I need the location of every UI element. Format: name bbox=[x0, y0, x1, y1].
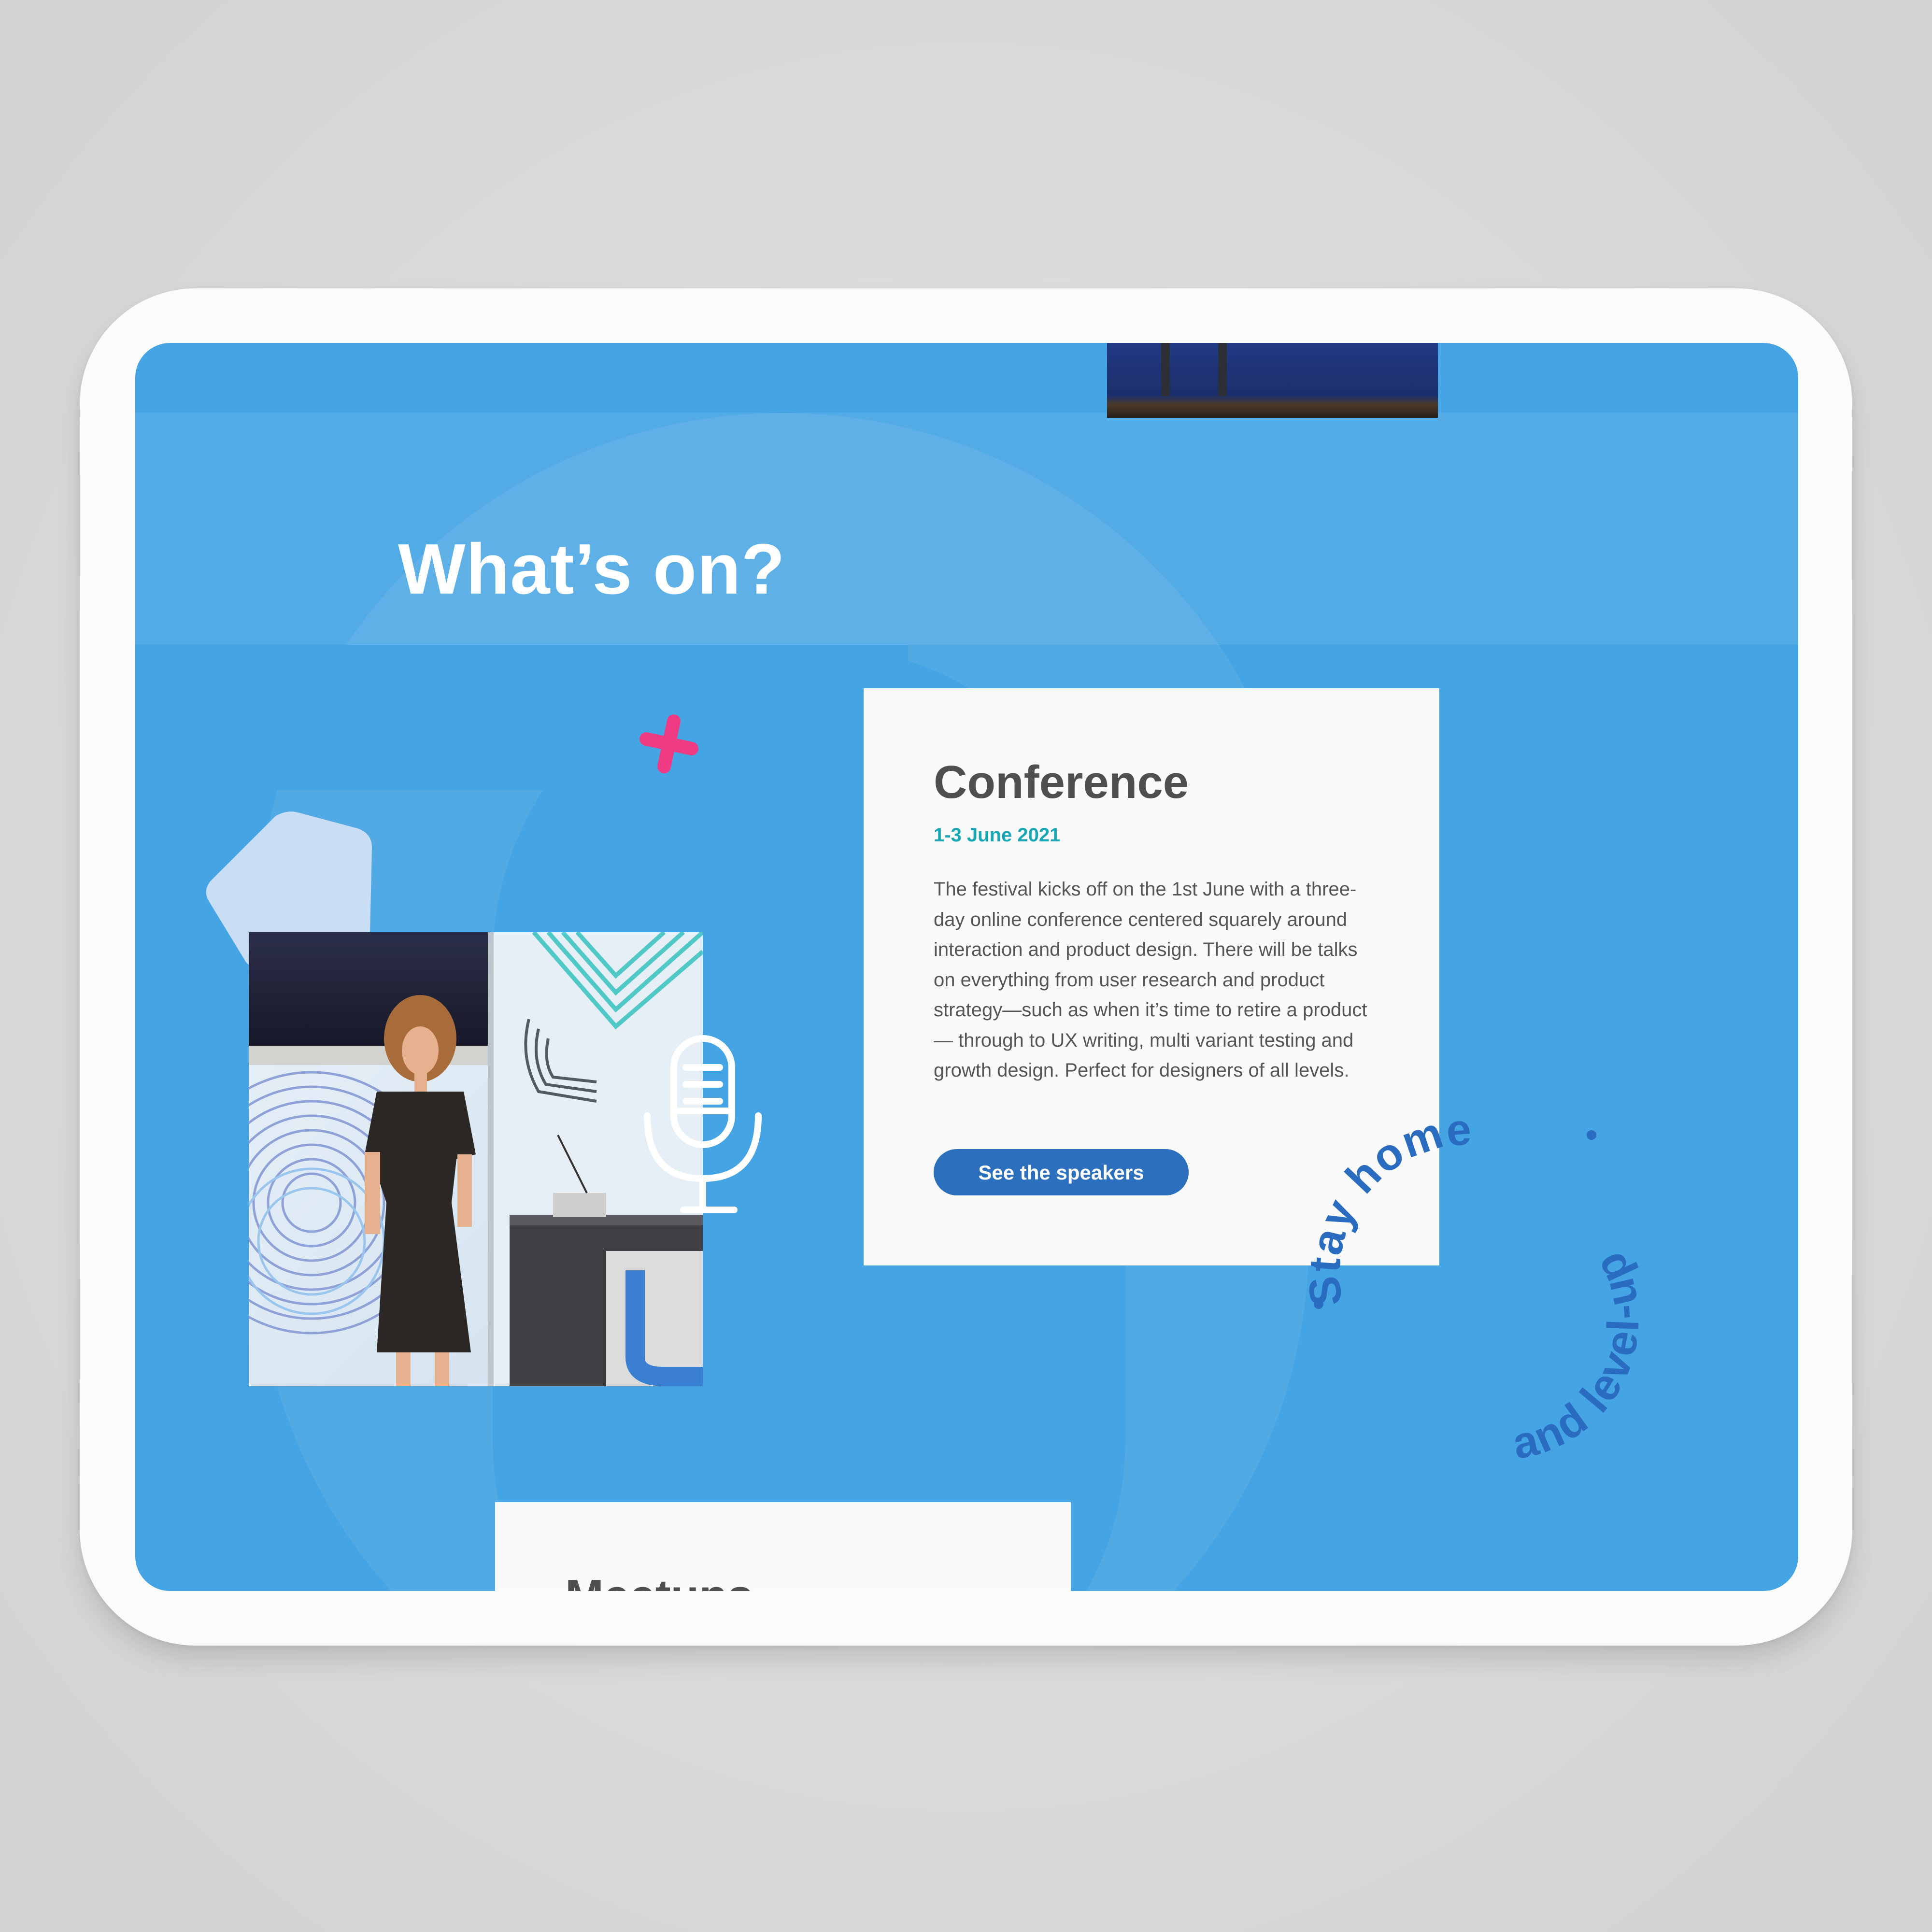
section-title: What’s on? bbox=[398, 529, 785, 610]
badge-dot bbox=[1314, 1299, 1323, 1309]
meetups-card: Meetups bbox=[495, 1502, 1071, 1591]
speaker-photo-illustration bbox=[249, 932, 703, 1386]
speaker-photo bbox=[249, 932, 703, 1386]
badge-line-1: Stay home bbox=[1299, 1105, 1473, 1308]
stay-home-badge: Stay home and level-up bbox=[1299, 1105, 1648, 1468]
svg-text:and level-up: and level-up bbox=[1508, 1244, 1648, 1468]
card-description: The festival kicks off on the 1st June w… bbox=[934, 879, 1367, 1081]
card-date: 1-3 June 2021 bbox=[934, 824, 1061, 846]
card-title: Meetups bbox=[565, 1570, 753, 1591]
background-band bbox=[135, 645, 908, 790]
card-title: Conference bbox=[934, 756, 1189, 808]
photo-detail bbox=[1218, 343, 1227, 396]
microphone-icon bbox=[644, 1035, 762, 1213]
see-speakers-button[interactable]: See the speakers bbox=[934, 1149, 1189, 1195]
previous-section-photo bbox=[1107, 343, 1438, 418]
photo-detail bbox=[1161, 343, 1170, 396]
badge-line-2: and level-up bbox=[1508, 1244, 1647, 1468]
svg-text:Stay home: Stay home bbox=[1299, 1105, 1474, 1308]
badge-dot bbox=[1587, 1130, 1596, 1140]
website-viewport: What’s on? Conference 1-3 June 2021 The … bbox=[135, 343, 1798, 1591]
cross-icon bbox=[639, 714, 698, 773]
